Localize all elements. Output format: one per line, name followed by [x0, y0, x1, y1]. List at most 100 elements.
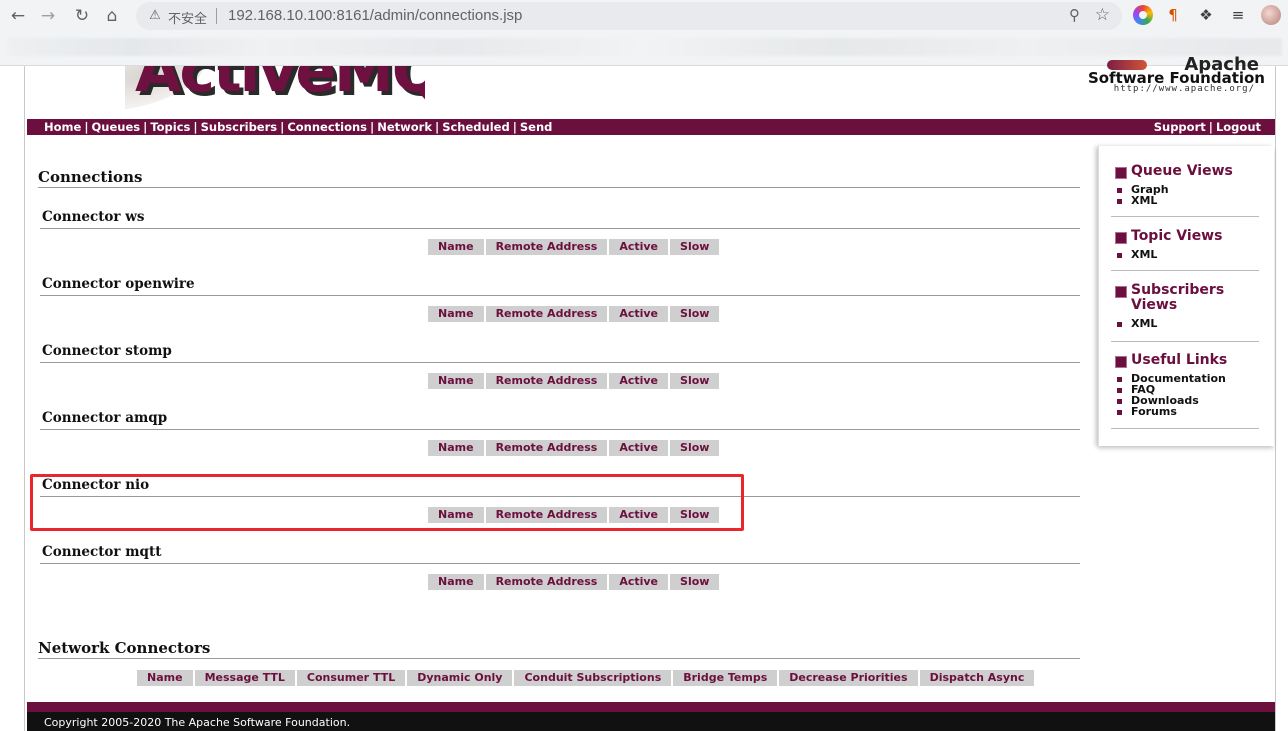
back-icon[interactable]: ←: [6, 4, 30, 28]
connector-rule: [40, 429, 1080, 430]
column-header[interactable]: Remote Address: [485, 440, 608, 456]
column-header[interactable]: Decrease Priorities: [779, 670, 918, 686]
column-header[interactable]: Active: [609, 574, 669, 590]
connector-table-header: Name Remote Address Active Slow: [428, 306, 721, 322]
sidebar-section-useful-links: Useful Links Documentation FAQ Downloads…: [1115, 353, 1261, 417]
connector-table-header: Name Remote Address Active Slow: [428, 373, 721, 389]
title-rule: [38, 187, 1080, 188]
warning-icon[interactable]: ⚠: [146, 7, 164, 25]
nav-subscribers[interactable]: Subscribers: [201, 120, 278, 134]
column-header[interactable]: Bridge Temps: [673, 670, 778, 686]
profile-avatar[interactable]: [1261, 5, 1281, 25]
column-header[interactable]: Slow: [670, 373, 720, 389]
divider: [216, 8, 217, 24]
page-body: ActiveMQ Apache Software Foundation http…: [24, 54, 1276, 731]
connector-heading: Connector mqtt: [42, 544, 162, 560]
network-connectors-title: Network Connectors: [38, 639, 211, 657]
connector-rule: [40, 295, 1080, 296]
nav-scheduled[interactable]: Scheduled: [442, 120, 509, 134]
sidebar-divider: [1111, 216, 1259, 217]
paragraph-extension-icon[interactable]: ¶: [1163, 5, 1183, 25]
logo-text: ActiveMQ: [135, 66, 425, 106]
column-header[interactable]: Dispatch Async: [919, 670, 1035, 686]
puzzle-extensions-icon[interactable]: ❖: [1196, 5, 1216, 25]
sidebar: Queue Views Graph XML Topic Views XML Su…: [1098, 146, 1274, 446]
nav-topics[interactable]: Topics: [150, 120, 190, 134]
nav-home[interactable]: Home: [44, 120, 81, 134]
column-header[interactable]: Slow: [670, 306, 720, 322]
sidebar-divider: [1111, 428, 1259, 429]
browser-toolbar: ← → ↻ ⌂ ⚠ 不安全 192.168.10.100:8161/admin/…: [0, 0, 1288, 66]
sidebar-divider: [1111, 341, 1259, 342]
network-rule: [38, 658, 1080, 659]
color-extension-icon[interactable]: [1133, 5, 1153, 25]
sidebar-heading: Subscribers Views: [1115, 283, 1261, 313]
zoom-icon[interactable]: ⚲: [1069, 6, 1080, 24]
sidebar-divider: [1111, 270, 1259, 271]
asf-logo[interactable]: Apache Software Foundation http://www.ap…: [1065, 54, 1265, 98]
bookmark-star-icon[interactable]: ☆: [1095, 5, 1110, 25]
column-header[interactable]: Active: [609, 373, 669, 389]
home-icon[interactable]: ⌂: [100, 4, 124, 28]
reload-icon[interactable]: ↻: [70, 4, 94, 28]
insecure-label[interactable]: 不安全: [168, 8, 207, 27]
nav-network[interactable]: Network: [377, 120, 432, 134]
column-header[interactable]: Name: [428, 574, 484, 590]
top-navigation: Home | Queues | Topics | Subscribers | Connectio…: [27, 119, 1275, 135]
column-header[interactable]: Conduit Subscriptions: [514, 670, 672, 686]
connector-heading: Connector stomp: [42, 343, 172, 359]
nav-logout[interactable]: Logout: [1216, 120, 1261, 134]
connector-heading: Connector amqp: [42, 410, 168, 426]
highlight-box: [30, 474, 744, 531]
nav-queues[interactable]: Queues: [92, 120, 141, 134]
column-header[interactable]: Name: [428, 440, 484, 456]
copyright-text: Copyright 2005-2020 The Apache Software …: [44, 716, 351, 729]
forward-icon[interactable]: →: [36, 4, 60, 28]
sidebar-link-forums[interactable]: Forums: [1115, 406, 1261, 417]
column-header[interactable]: Slow: [670, 239, 720, 255]
sidebar-heading: Useful Links: [1115, 353, 1261, 368]
user-nav: Support | Logout: [1153, 120, 1261, 134]
main-nav: Home | Queues | Topics | Subscribers | Connectio…: [44, 120, 553, 134]
column-header[interactable]: Name: [428, 373, 484, 389]
connector-heading: Connector openwire: [42, 276, 195, 292]
sidebar-link-xml[interactable]: XML: [1115, 249, 1261, 260]
url-text[interactable]: 192.168.10.100:8161/admin/connections.js…: [228, 7, 522, 24]
column-header[interactable]: Slow: [670, 574, 720, 590]
connector-heading: Connector ws: [42, 209, 145, 225]
connector-rule: [40, 228, 1080, 229]
activemq-logo[interactable]: ActiveMQ: [125, 66, 425, 116]
footer-bar: [27, 702, 1275, 712]
column-header[interactable]: Active: [609, 440, 669, 456]
column-header[interactable]: Message TTL: [194, 670, 295, 686]
nav-send[interactable]: Send: [520, 120, 553, 134]
network-table-header: Name Message TTL Consumer TTL Dynamic Only C…: [137, 670, 1036, 686]
column-header[interactable]: Remote Address: [485, 239, 608, 255]
sidebar-heading: Queue Views: [1115, 164, 1261, 179]
column-header[interactable]: Name: [428, 306, 484, 322]
connector-table-header: Name Remote Address Active Slow: [428, 239, 721, 255]
sidebar-link-xml[interactable]: XML: [1115, 195, 1261, 206]
column-header[interactable]: Active: [609, 239, 669, 255]
column-header[interactable]: Remote Address: [485, 373, 608, 389]
connector-rule: [40, 362, 1080, 363]
nav-connections[interactable]: Connections: [287, 120, 367, 134]
column-header[interactable]: Consumer TTL: [296, 670, 406, 686]
sidebar-section-queue-views: Queue Views Graph XML: [1115, 164, 1261, 206]
column-header[interactable]: Name: [137, 670, 193, 686]
column-header[interactable]: Dynamic Only: [407, 670, 513, 686]
column-header[interactable]: Active: [609, 306, 669, 322]
asf-url: http://www.apache.org/: [1113, 84, 1255, 94]
sidebar-link-xml[interactable]: XML: [1115, 318, 1261, 329]
column-header[interactable]: Remote Address: [485, 574, 608, 590]
column-header[interactable]: Remote Address: [485, 306, 608, 322]
address-bar[interactable]: ⚠ 不安全 192.168.10.100:8161/admin/connecti…: [136, 2, 1122, 30]
connector-rule: [40, 563, 1080, 564]
connector-table-header: Name Remote Address Active Slow: [428, 574, 721, 590]
connector-table-header: Name Remote Address Active Slow: [428, 440, 721, 456]
sidebar-section-subscribers-views: Subscribers Views XML: [1115, 283, 1261, 329]
column-header[interactable]: Name: [428, 239, 484, 255]
reading-list-icon[interactable]: ≡: [1228, 5, 1248, 25]
nav-support[interactable]: Support: [1154, 120, 1206, 134]
column-header[interactable]: Slow: [670, 440, 720, 456]
